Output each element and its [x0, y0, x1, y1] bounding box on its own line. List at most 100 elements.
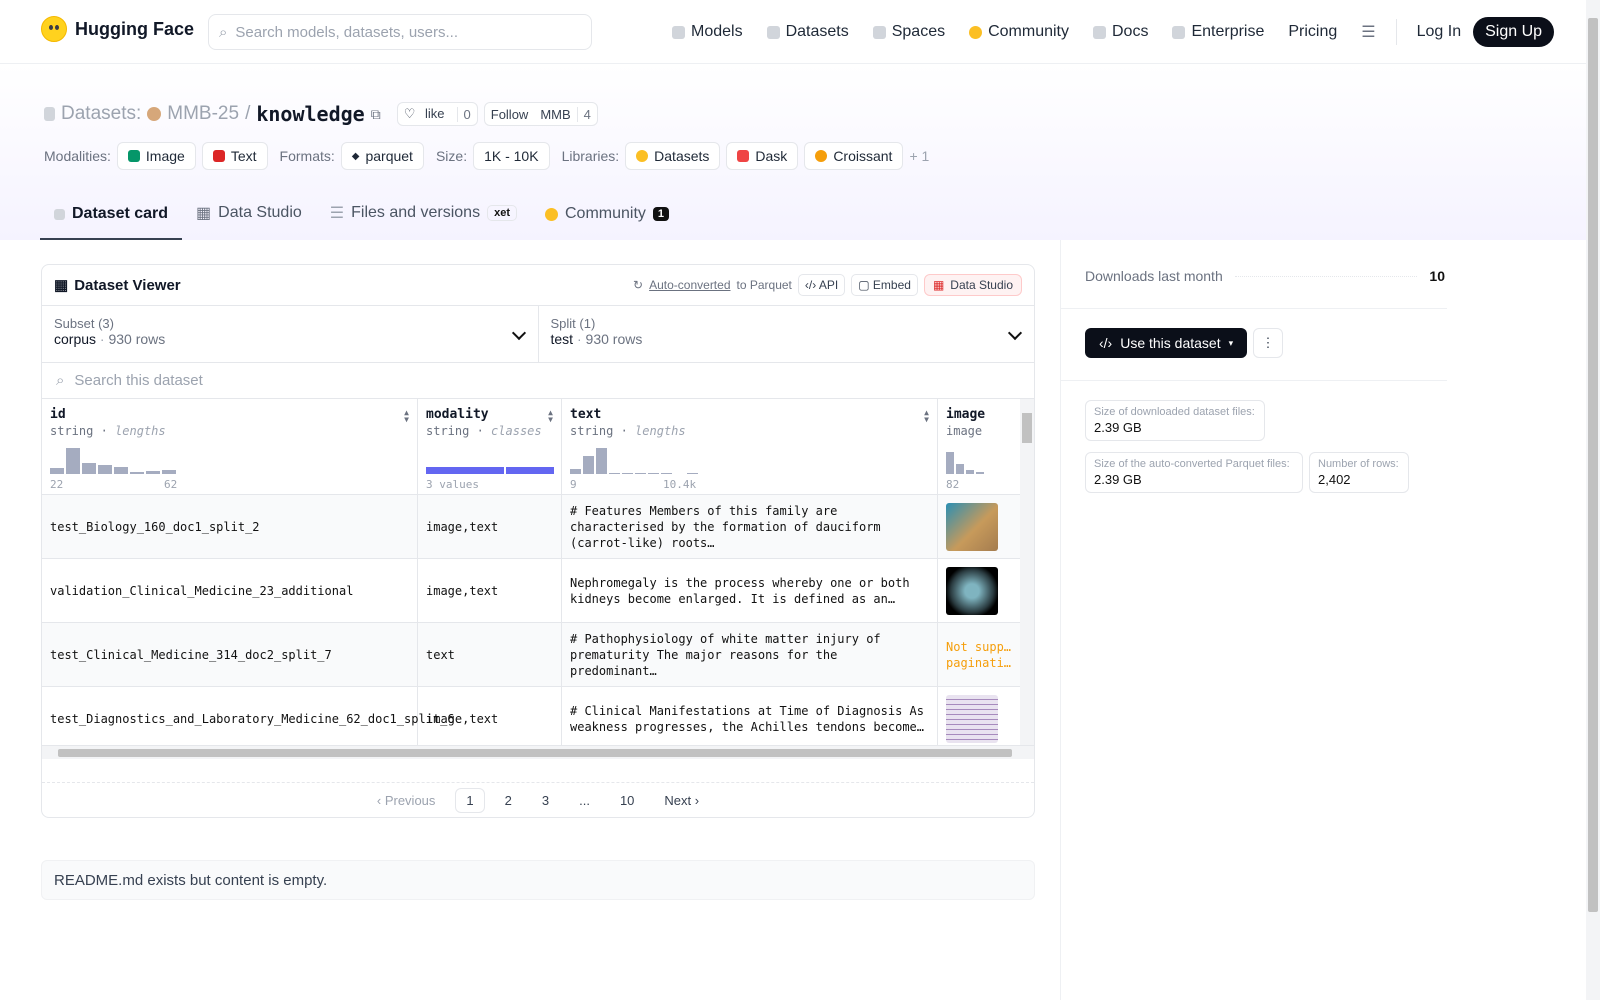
login-link[interactable]: Log In [1405, 23, 1473, 41]
tag-row: Modalities: Image Text Formats: ◆ parquet… [44, 142, 929, 170]
tag-image[interactable]: Image [116, 142, 196, 170]
tag-croissant[interactable]: Croissant [804, 142, 904, 170]
tab-files[interactable]: ☰ Files and versions xet [316, 203, 531, 240]
follow-button[interactable]: Follow MMB 4 [483, 102, 598, 126]
heart-icon: ♡ like [403, 106, 445, 121]
nav-pricing[interactable]: Pricing [1276, 23, 1349, 41]
enterprise-icon [1172, 25, 1186, 39]
copy-icon[interactable]: ⧉ [371, 106, 381, 123]
tab-data-studio[interactable]: ▦ Data Studio [182, 203, 316, 240]
table-cell[interactable]: validation_Clinical_Medicine_23_addition… [42, 559, 417, 623]
subset-select[interactable]: Subset (3) corpus · 930 rows [42, 306, 538, 362]
page-scrollbar[interactable] [1586, 0, 1600, 1000]
split-select[interactable]: Split (1) test · 930 rows [537, 306, 1035, 362]
histogram[interactable] [570, 444, 698, 474]
tab-community[interactable]: Community 1 [531, 205, 683, 240]
histogram[interactable] [50, 444, 176, 474]
image-unsupported-note: Not supp… paginati… [946, 639, 1012, 670]
code-icon: ‹/› [804, 278, 817, 292]
previous-page-button[interactable]: ‹ Previous [367, 789, 446, 812]
nav-models[interactable]: Models [660, 23, 755, 41]
tag-datasets-lib[interactable]: Datasets [625, 142, 721, 170]
brand-logo[interactable]: Hugging Face [41, 16, 194, 42]
nav-enterprise[interactable]: Enterprise [1160, 23, 1276, 41]
community-tab-icon [544, 207, 558, 221]
table-icon: ▦ [196, 205, 212, 222]
dataset-search-input[interactable]: ⌕ Search this dataset [42, 363, 1034, 399]
histogram[interactable] [946, 444, 984, 474]
image-thumbnail[interactable] [946, 502, 998, 551]
code-icon: ‹/› [1099, 335, 1113, 351]
sort-icon[interactable]: ▲ ▼ [548, 409, 553, 424]
download-size-stat: Size of downloaded dataset files: 2.39 GB [1085, 400, 1265, 441]
image-thumbnail[interactable] [946, 694, 998, 743]
readme-notice: README.md exists but content is empty. [41, 860, 1035, 900]
table-cell[interactable]: image,text [418, 495, 561, 559]
more-options-button[interactable]: ⋮ [1253, 328, 1283, 358]
refresh-icon: ↻ [633, 278, 644, 292]
tag-dask[interactable]: Dask [726, 142, 799, 170]
column-header-modality[interactable]: modality string · classes ▲ ▼ 3 values [418, 399, 561, 495]
table-cell[interactable]: image,text [418, 559, 561, 623]
community-count: 1 [652, 207, 670, 221]
column-modality: modality string · classes ▲ ▼ 3 values ima… [418, 399, 562, 759]
table-cell[interactable]: text [418, 623, 561, 687]
use-dataset-button[interactable]: ‹/› Use this dataset ▾ [1085, 328, 1248, 358]
api-button[interactable]: ‹/› API [797, 274, 846, 296]
spaces-icon [872, 25, 886, 39]
sort-icon[interactable]: ▲ ▼ [404, 409, 409, 424]
dataset-viewer: ▦ Dataset Viewer ↻ Auto-converted to Parque… [41, 264, 1035, 818]
libraries-more[interactable]: + 1 [909, 148, 929, 164]
repo-kind: Datasets: [61, 103, 142, 124]
docs-icon [1093, 25, 1106, 39]
like-button[interactable]: ♡ like 0 [396, 102, 478, 126]
table-cell[interactable]: test_Diagnostics_and_Laboratory_Medicine… [42, 687, 455, 751]
image-thumbnail[interactable] [946, 566, 998, 615]
page-button[interactable]: 2 [495, 789, 522, 812]
next-page-button[interactable]: Next › [654, 789, 709, 812]
table-cell[interactable]: # Clinical Manifestations at Time of Dia… [562, 687, 937, 751]
nav-community[interactable]: Community [957, 23, 1081, 41]
table-cell[interactable]: # Features Members of this family are ch… [562, 495, 937, 559]
data-table: id string · lengths ▲ ▼ 22 62 test_Biology_… [42, 399, 1034, 759]
embed-button[interactable]: ▢ Embed [851, 274, 918, 296]
column-text: text string · lengths ▲ ▼ 9 10.4k # Feature… [562, 399, 938, 759]
page-button[interactable]: 3 [532, 789, 559, 812]
table-cell[interactable]: # Pathophysiology of white matter injury… [562, 623, 937, 687]
nav-more-menu[interactable]: ☰ [1349, 22, 1387, 42]
repo-name[interactable]: knowledge [256, 102, 364, 126]
signup-button[interactable]: Sign Up [1473, 17, 1555, 47]
sort-icon[interactable]: ▲ ▼ [924, 409, 929, 424]
parquet-size-stat: Size of the auto-converted Parquet files… [1085, 452, 1303, 493]
tag-parquet[interactable]: ◆ parquet [340, 142, 424, 170]
table-cell[interactable]: test_Clinical_Medicine_314_doc2_split_7 [42, 623, 417, 687]
studio-icon: ▦ [932, 278, 945, 292]
column-header-text[interactable]: text string · lengths ▲ ▼ 9 10.4k [562, 399, 937, 495]
pagination: ‹ Previous 1 2 3 ... 10 Next › [42, 782, 1034, 817]
page-button[interactable]: 10 [610, 789, 644, 812]
auto-converted-link[interactable]: Auto-converted [649, 278, 730, 292]
nav-docs[interactable]: Docs [1081, 23, 1160, 41]
tag-text[interactable]: Text [201, 142, 268, 170]
table-horizontal-scrollbar[interactable] [42, 745, 1034, 759]
org-link[interactable]: MMB-25 [167, 103, 239, 125]
data-studio-button[interactable]: ▦ Data Studio [923, 274, 1022, 296]
table-cell[interactable]: test_Biology_160_doc1_split_2 [42, 495, 417, 559]
hugging-face-icon [41, 16, 67, 42]
nav-spaces[interactable]: Spaces [861, 23, 957, 41]
global-search-input[interactable]: ⌕ Search models, datasets, users... [208, 14, 592, 50]
tab-dataset-card[interactable]: Dataset card [40, 205, 183, 240]
page-button[interactable]: 1 [455, 787, 485, 813]
repo-header: Datasets: MMB-25 / knowledge ⧉ ♡ like 0 F… [0, 64, 1586, 240]
models-icon [672, 25, 685, 39]
table-cell[interactable]: image,text [418, 687, 561, 751]
table-vertical-scrollbar[interactable] [1020, 399, 1034, 759]
table-cell[interactable]: Nephromegaly is the process whereby one … [562, 559, 937, 623]
column-header-id[interactable]: id string · lengths ▲ ▼ 22 62 [42, 399, 417, 495]
downloads-stat: Downloads last month 10 [1085, 268, 1445, 284]
tag-size[interactable]: 1K - 10K [473, 142, 550, 170]
dask-icon [737, 150, 750, 162]
class-bar[interactable] [426, 444, 554, 474]
nav-datasets[interactable]: Datasets [755, 23, 861, 41]
image-icon [127, 150, 140, 162]
